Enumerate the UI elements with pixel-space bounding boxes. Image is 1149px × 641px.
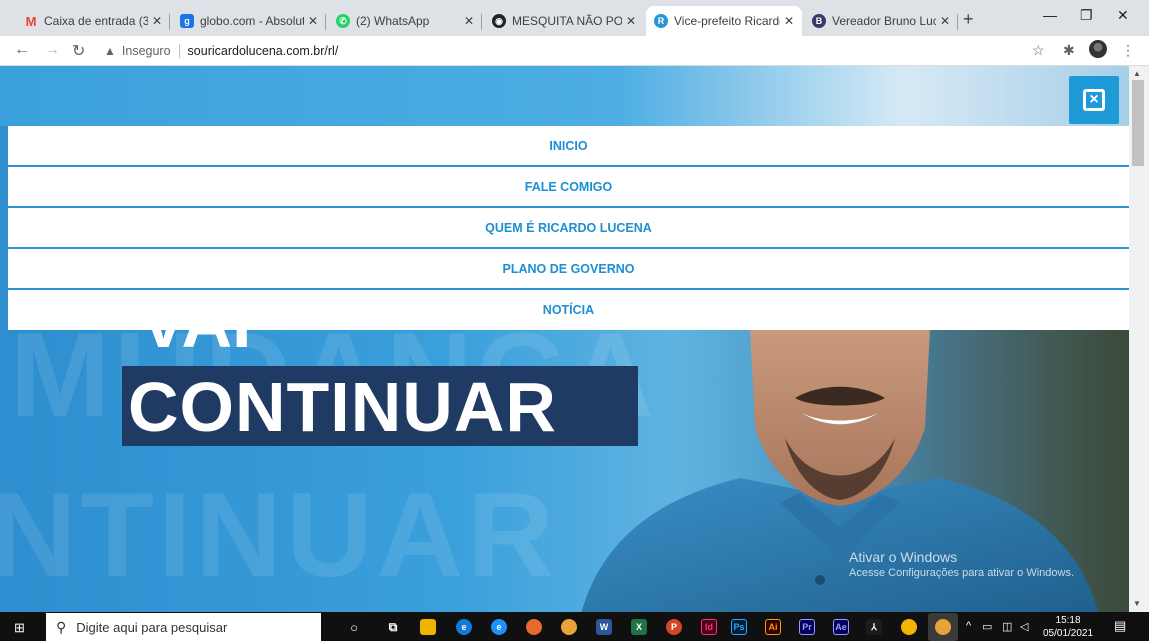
tab-title: Caixa de entrada (3) - c <box>44 14 148 28</box>
close-tab-icon[interactable]: ✕ <box>152 14 162 28</box>
warning-icon[interactable]: ▲ <box>104 44 116 58</box>
scroll-up-icon[interactable]: ▲ <box>1133 69 1141 78</box>
clock-time: 15:18 <box>1055 615 1081 626</box>
chrome-icon[interactable] <box>561 619 577 635</box>
page-scrollbar[interactable]: ▲ ▼ <box>1129 66 1149 612</box>
menu-item-inicio[interactable]: INICIO <box>8 126 1129 167</box>
site-icon: R <box>654 14 668 28</box>
tab-separator <box>957 14 958 30</box>
minimize-icon[interactable]: — <box>1043 7 1057 23</box>
windows-start-icon[interactable]: ⊞ <box>14 620 25 636</box>
close-tab-icon[interactable]: ✕ <box>308 14 318 28</box>
app-icon[interactable] <box>901 619 917 635</box>
tab-title: (2) WhatsApp <box>356 14 430 28</box>
url-text[interactable]: souricardolucena.com.br/rl/ <box>188 44 339 58</box>
web-page: MUDANÇA NTINUAR VAI CONTINUAR <box>0 66 1129 612</box>
notifications-icon[interactable]: ▤ <box>1114 618 1126 634</box>
background-text-decoration: NTINUAR <box>0 468 558 602</box>
globo-icon: g <box>180 14 194 28</box>
close-window-icon[interactable]: ✕ <box>1117 7 1129 24</box>
scroll-down-icon[interactable]: ▼ <box>1133 599 1141 608</box>
navigation-menu: INICIO FALE COMIGO QUEM É RICARDO LUCENA… <box>8 126 1129 330</box>
close-tab-icon[interactable]: ✕ <box>784 14 794 28</box>
close-icon: × <box>1083 89 1105 111</box>
illustrator-icon[interactable]: Ai <box>765 619 781 635</box>
file-explorer-icon[interactable] <box>420 619 436 635</box>
hero-banner-top <box>0 66 1129 126</box>
close-menu-button[interactable]: × <box>1069 76 1119 124</box>
reload-icon[interactable]: ↻ <box>72 41 85 61</box>
hero-line-2: CONTINUAR <box>128 368 557 446</box>
battery-icon[interactable]: ▭ <box>982 620 992 633</box>
tab-globo[interactable]: g globo.com - Absolutam ✕ <box>172 6 326 36</box>
tab-title: MESQUITA NÃO PODE <box>512 14 622 28</box>
omnibox-divider <box>178 44 180 58</box>
tab-title: globo.com - Absolutam <box>200 14 304 28</box>
back-icon[interactable]: ← <box>14 41 30 59</box>
system-clock[interactable]: 15:18 05/01/2021 <box>1043 614 1093 640</box>
menu-kebab-icon[interactable]: ⋮ <box>1121 42 1135 59</box>
search-icon: ⚲ <box>56 618 67 635</box>
tab-title: Vice-prefeito Ricardo Lu <box>674 14 780 28</box>
indesign-icon[interactable]: Id <box>701 619 717 635</box>
browser-window: M Caixa de entrada (3) - c ✕ g globo.com… <box>0 0 1149 641</box>
windows-activation-watermark: Ativar o Windows Acesse Configurações pa… <box>849 549 1074 579</box>
site-icon: ◉ <box>492 14 506 28</box>
network-icon[interactable]: ◫ <box>1002 620 1012 633</box>
excel-icon[interactable]: X <box>631 619 647 635</box>
close-tab-icon[interactable]: ✕ <box>626 14 636 28</box>
clock-date: 05/01/2021 <box>1043 628 1094 639</box>
menu-item-quem-e-ricardo-lucena[interactable]: QUEM É RICARDO LUCENA <box>8 208 1129 249</box>
tab-mesquita[interactable]: ◉ MESQUITA NÃO PODE ✕ <box>484 6 644 36</box>
task-view-icon[interactable]: ⧉ <box>385 619 401 635</box>
address-bar[interactable]: ▲ Inseguro souricardolucena.com.br/rl/ <box>104 40 338 62</box>
menu-item-fale-comigo[interactable]: FALE COMIGO <box>8 167 1129 208</box>
restore-icon[interactable]: ❐ <box>1080 7 1093 24</box>
word-icon[interactable]: W <box>596 619 612 635</box>
forward-icon[interactable]: → <box>44 41 60 59</box>
tab-separator <box>325 14 326 30</box>
new-tab-icon[interactable]: + <box>963 9 974 30</box>
tab-ricardo-lucena[interactable]: R Vice-prefeito Ricardo Lu ✕ <box>646 6 802 36</box>
gmail-icon: M <box>25 13 37 29</box>
tab-separator <box>169 14 170 30</box>
activation-subtitle: Acesse Configurações para ativar o Windo… <box>849 567 1074 579</box>
internet-explorer-icon[interactable]: e <box>491 619 507 635</box>
scrollbar-thumb[interactable] <box>1132 80 1144 166</box>
tab-title: Vereador Bruno Lucena <box>832 14 936 28</box>
cortana-icon[interactable]: ○ <box>346 619 362 635</box>
tray-expand-icon[interactable]: ^ <box>966 620 971 632</box>
active-chrome-taskbar-item[interactable] <box>928 613 958 641</box>
chrome-icon <box>935 619 951 635</box>
activation-title: Ativar o Windows <box>849 549 958 565</box>
tab-bruno-lucena[interactable]: B Vereador Bruno Lucena ✕ <box>804 6 958 36</box>
after-effects-icon[interactable]: Ae <box>833 619 849 635</box>
edge-icon[interactable]: e <box>456 619 472 635</box>
menu-item-noticia[interactable]: NOTÍCIA <box>8 290 1129 330</box>
search-placeholder: Digite aqui para pesquisar <box>76 619 228 635</box>
close-tab-icon[interactable]: ✕ <box>940 14 950 28</box>
site-icon: B <box>812 14 826 28</box>
tab-gmail[interactable]: M Caixa de entrada (3) - c ✕ <box>16 6 170 36</box>
close-tab-icon[interactable]: ✕ <box>464 14 474 28</box>
tab-separator <box>481 14 482 30</box>
premiere-icon[interactable]: Pr <box>799 619 815 635</box>
menu-item-plano-de-governo[interactable]: PLANO DE GOVERNO <box>8 249 1129 290</box>
tab-whatsapp[interactable]: ✆ (2) WhatsApp ✕ <box>328 6 482 36</box>
hero-line-1: VAI <box>140 328 252 356</box>
firefox-icon[interactable] <box>526 619 542 635</box>
windows-taskbar: ⊞ ⚲ Digite aqui para pesquisar ○ ⧉ e e W… <box>0 612 1149 641</box>
photoshop-icon[interactable]: Ps <box>731 619 747 635</box>
security-label[interactable]: Inseguro <box>122 44 171 58</box>
whatsapp-icon: ✆ <box>336 14 350 28</box>
taskbar-search[interactable]: ⚲ Digite aqui para pesquisar <box>46 613 321 641</box>
acrobat-icon[interactable]: ⅄ <box>866 619 882 635</box>
bookmark-star-icon[interactable]: ☆ <box>1032 42 1045 59</box>
profile-avatar[interactable] <box>1089 40 1107 58</box>
browser-toolbar: ← → ↻ ▲ Inseguro souricardolucena.com.br… <box>0 36 1149 66</box>
extensions-icon[interactable]: ✱ <box>1063 42 1075 59</box>
tab-strip: M Caixa de entrada (3) - c ✕ g globo.com… <box>0 0 1149 36</box>
powerpoint-icon[interactable]: P <box>666 619 682 635</box>
volume-icon[interactable]: ◁ <box>1020 620 1028 633</box>
